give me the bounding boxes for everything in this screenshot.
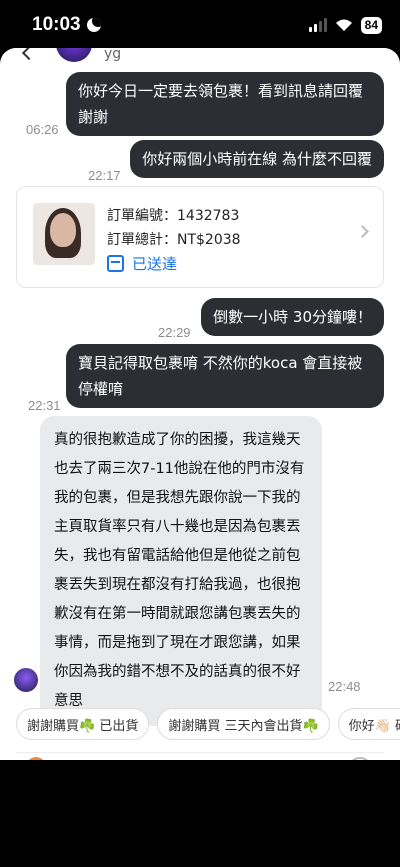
message-text[interactable]: 你好今日一定要去領包裹！看到訊息請回覆謝謝 xyxy=(66,72,384,136)
buyer-name: yg xyxy=(104,48,122,62)
order-status-text: 已送達 xyxy=(132,255,178,273)
package-icon xyxy=(107,255,124,272)
status-time: 10:03 xyxy=(32,14,101,36)
order-number: 訂單編號：1432783 xyxy=(107,208,240,224)
signal-icon xyxy=(308,18,327,32)
wifi-icon xyxy=(335,19,352,31)
chat-sheet: yg 你好今日一定要去領包裹！看到訊息請回覆謝謝 06:26 你好兩個小時前在線… xyxy=(0,48,400,760)
quick-reply-chip[interactable]: 你好👋🏻 確認 xyxy=(337,708,400,740)
message-outgoing: 你好兩個小時前在線 為什麼不回覆 xyxy=(130,140,384,178)
message-time: 22:29 xyxy=(158,325,191,340)
seller-avatar[interactable] xyxy=(14,668,38,692)
quick-reply-chip[interactable]: 謝謝購買☘️ 已出貨 xyxy=(16,708,150,740)
order-card[interactable]: 訂單編號：1432783 訂單總計：NT$2038 已送達 xyxy=(16,186,384,288)
message-time: 22:31 xyxy=(28,398,61,413)
back-arrow-icon[interactable] xyxy=(21,48,37,61)
message-composer[interactable] xyxy=(16,752,384,760)
message-outgoing: 倒數一小時 30分鐘嘍！ xyxy=(201,298,384,336)
message-text[interactable]: 你好兩個小時前在線 為什麼不回覆 xyxy=(130,140,384,178)
message-outgoing: 寶貝記得取包裹唷 不然你的koca 會直接被停權唷 xyxy=(66,344,384,408)
status-bar: 10:03 84 xyxy=(0,0,400,50)
quick-reply-chip[interactable]: 謝謝購買 三天內會出貨☘️ xyxy=(157,708,330,740)
product-thumbnail xyxy=(33,203,95,265)
order-status: 已送達 xyxy=(107,253,177,274)
message-time: 22:17 xyxy=(88,168,121,183)
quick-reply-bar: 謝謝購買☘️ 已出貨 謝謝購買 三天內會出貨☘️ 你好👋🏻 確認 xyxy=(16,708,400,740)
message-time: 22:48 xyxy=(328,679,361,694)
status-indicators: 84 xyxy=(308,16,382,34)
moon-icon xyxy=(86,18,101,32)
message-incoming[interactable]: 真的很抱歉造成了你的困擾，我這幾天也去了兩三次7-11他說在他的門市沒有我的包裹… xyxy=(40,416,322,726)
buyer-avatar[interactable] xyxy=(56,48,92,62)
message-text[interactable]: 寶貝記得取包裹唷 不然你的koca 會直接被停權唷 xyxy=(66,344,384,408)
chevron-right-icon[interactable] xyxy=(356,225,369,238)
message-text[interactable]: 倒數一小時 30分鐘嘍！ xyxy=(201,298,384,336)
message-outgoing: 你好今日一定要去領包裹！看到訊息請回覆謝謝 xyxy=(66,72,384,136)
clock-text: 10:03 xyxy=(32,14,81,35)
message-time: 06:26 xyxy=(26,122,59,137)
battery-indicator: 84 xyxy=(360,16,382,34)
chat-header: yg xyxy=(0,48,400,62)
order-total: 訂單總計：NT$2038 xyxy=(107,232,241,248)
